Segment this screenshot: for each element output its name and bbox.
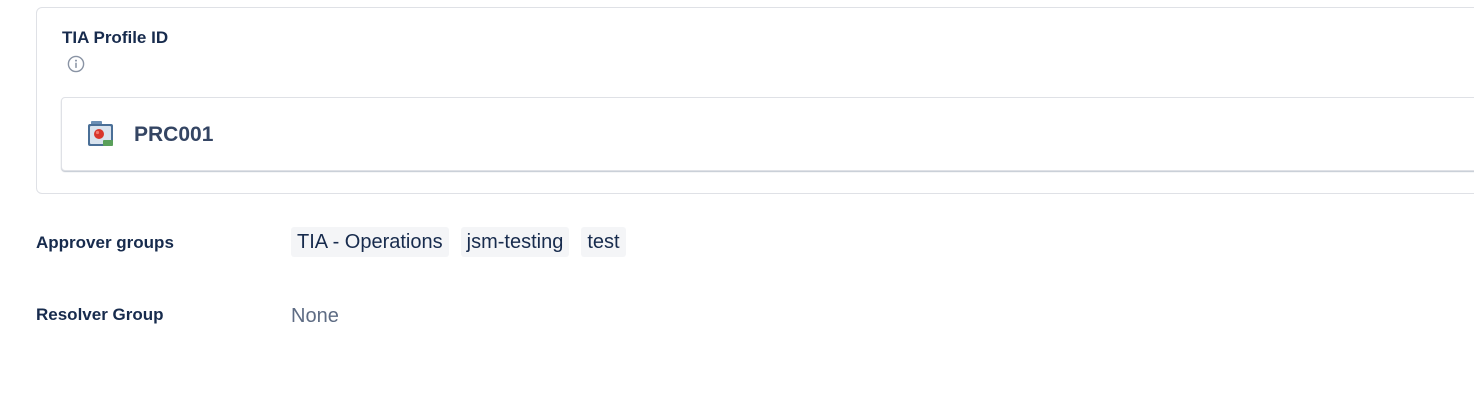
- field-title: TIA Profile ID: [62, 28, 169, 47]
- approver-group-tag: test: [581, 227, 626, 257]
- approver-groups-tags: TIA - Operations jsm-testing test: [291, 227, 626, 257]
- approver-groups-label: Approver groups: [36, 233, 174, 252]
- profile-object-card[interactable]: PRC001: [61, 97, 1474, 171]
- tia-profile-field-card: TIA Profile ID PRC001: [36, 7, 1474, 194]
- info-icon[interactable]: [67, 55, 85, 73]
- resolver-group-value: None: [291, 305, 339, 327]
- resolver-group-label: Resolver Group: [36, 305, 164, 324]
- profile-object-key[interactable]: PRC001: [134, 123, 213, 147]
- approver-group-tag: jsm-testing: [460, 227, 570, 257]
- profile-object-icon: [86, 119, 116, 149]
- approver-group-tag: TIA - Operations: [291, 227, 449, 257]
